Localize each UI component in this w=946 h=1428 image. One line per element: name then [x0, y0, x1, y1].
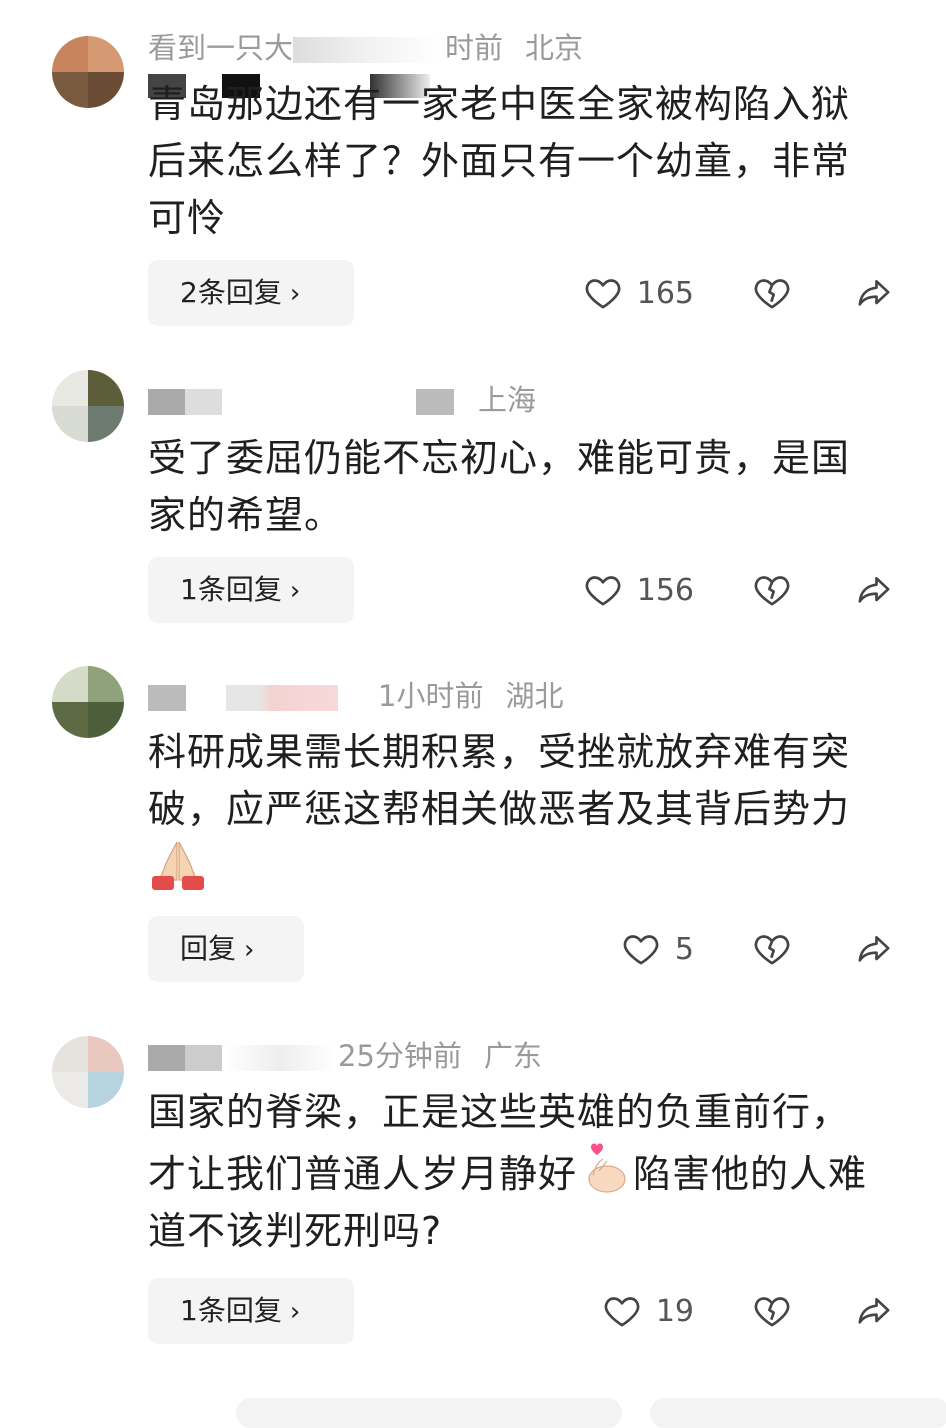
share-icon[interactable]	[854, 1291, 894, 1331]
chevron-right-icon: ›	[289, 576, 301, 606]
comment-time: 时前	[445, 31, 504, 65]
blurred-username	[148, 685, 186, 711]
avatar-pixel	[88, 666, 124, 702]
share-icon[interactable]	[854, 929, 894, 969]
username[interactable]: 看到一只大	[148, 31, 293, 65]
blurred-username	[224, 1045, 336, 1071]
broken-heart-icon[interactable]	[752, 929, 792, 969]
avatar-pixel	[52, 1036, 88, 1072]
reply-label: 1条回复	[180, 573, 282, 606]
like-button[interactable]: 19	[602, 1291, 694, 1331]
avatar-pixel	[88, 1072, 124, 1108]
comment-time: 1小时前	[378, 679, 484, 713]
like-button[interactable]: 5	[621, 929, 694, 969]
user-avatar[interactable]	[52, 1036, 124, 1108]
heart-outline-icon	[585, 576, 621, 606]
comment-actions: 19	[602, 1278, 894, 1344]
reply-label: 2条回复	[180, 276, 282, 309]
comment-meta: 看到一只大 时前 北京	[148, 30, 583, 66]
avatar-pixel	[52, 1072, 88, 1108]
bottom-input-bar[interactable]	[236, 1398, 622, 1428]
comment-text: 青岛那边还有一家老中医全家被构陷入狱后来怎么样了？外面只有一个幼童，非常可怜	[148, 82, 851, 240]
like-count: 5	[674, 931, 694, 967]
avatar-pixel	[88, 36, 124, 72]
share-icon[interactable]	[854, 273, 894, 313]
heart-outline-icon	[585, 279, 621, 309]
view-replies-button[interactable]: 1条回复 ›	[148, 1278, 354, 1344]
comment-actions: 165	[583, 260, 894, 326]
blurred-username	[293, 37, 444, 63]
pray-hands-icon	[152, 841, 204, 890]
like-count: 165	[636, 275, 694, 311]
avatar-pixel	[52, 72, 88, 108]
avatar-pixel	[88, 406, 124, 442]
chevron-right-icon: ›	[289, 1297, 301, 1327]
comment-actions: 5	[621, 916, 894, 982]
blurred-username	[148, 1045, 222, 1071]
like-button[interactable]: 156	[583, 570, 694, 610]
reply-label: 回复	[180, 932, 237, 965]
heart-outline-icon	[623, 935, 659, 965]
comment-text: 科研成果需长期积累，受挫就放弃难有突破，应严惩这帮相关做恶者及其背后势力	[148, 724, 888, 898]
comment-location: 北京	[525, 31, 584, 65]
comment-location: 广东	[483, 1039, 542, 1073]
comment-text: 受了委屈仍能不忘初心，难能可贵，是国家的希望。	[148, 436, 851, 537]
user-avatar[interactable]	[52, 36, 124, 108]
avatar-pixel	[88, 370, 124, 406]
user-avatar[interactable]	[52, 666, 124, 738]
avatar-pixel	[88, 1036, 124, 1072]
blurred-username	[226, 685, 338, 711]
view-replies-button[interactable]: 回复 ›	[148, 916, 304, 982]
user-avatar[interactable]	[52, 370, 124, 442]
comment-location: 湖北	[505, 679, 564, 713]
reply-label: 1条回复	[180, 1294, 282, 1327]
chevron-right-icon: ›	[244, 935, 255, 965]
avatar-pixel	[88, 72, 124, 108]
finger-heart-icon	[588, 1143, 626, 1193]
like-count: 19	[655, 1293, 694, 1329]
comment-text-content: 科研成果需长期积累，受挫就放弃难有突破，应严惩这帮相关做恶者及其背后势力	[148, 730, 851, 831]
comment-meta: 1小时前 湖北	[148, 678, 563, 714]
comment-meta: 25分钟前 广东	[148, 1038, 542, 1074]
avatar-pixel	[52, 36, 88, 72]
avatar-pixel	[52, 370, 88, 406]
avatar-pixel	[52, 666, 88, 702]
avatar-pixel	[52, 406, 88, 442]
comment-location: 上海	[478, 383, 537, 417]
view-replies-button[interactable]: 2条回复 ›	[148, 260, 354, 326]
comment-meta: 上海	[148, 382, 536, 418]
blurred-username	[340, 685, 376, 711]
comment-actions: 156	[583, 557, 894, 623]
blurred-username	[416, 389, 454, 415]
blurred-username	[188, 685, 224, 711]
broken-heart-icon[interactable]	[752, 1291, 792, 1331]
like-button[interactable]: 165	[583, 273, 694, 313]
broken-heart-icon[interactable]	[752, 570, 792, 610]
broken-heart-icon[interactable]	[752, 273, 792, 313]
avatar-pixel	[88, 702, 124, 738]
like-count: 156	[636, 572, 694, 608]
avatar-pixel	[52, 702, 88, 738]
comment-text: 国家的脊梁，正是这些英雄的负重前行，才让我们普通人岁月静好 陷害他的人难道不该判死…	[148, 1084, 888, 1260]
heart-outline-icon	[604, 1297, 640, 1327]
chevron-right-icon: ›	[289, 279, 301, 309]
bottom-action-bar[interactable]	[650, 1398, 946, 1428]
blurred-username	[224, 389, 414, 415]
blurred-username	[148, 389, 222, 415]
share-icon[interactable]	[854, 570, 894, 610]
comment-time: 25分钟前	[338, 1039, 462, 1073]
view-replies-button[interactable]: 1条回复 ›	[148, 557, 354, 623]
